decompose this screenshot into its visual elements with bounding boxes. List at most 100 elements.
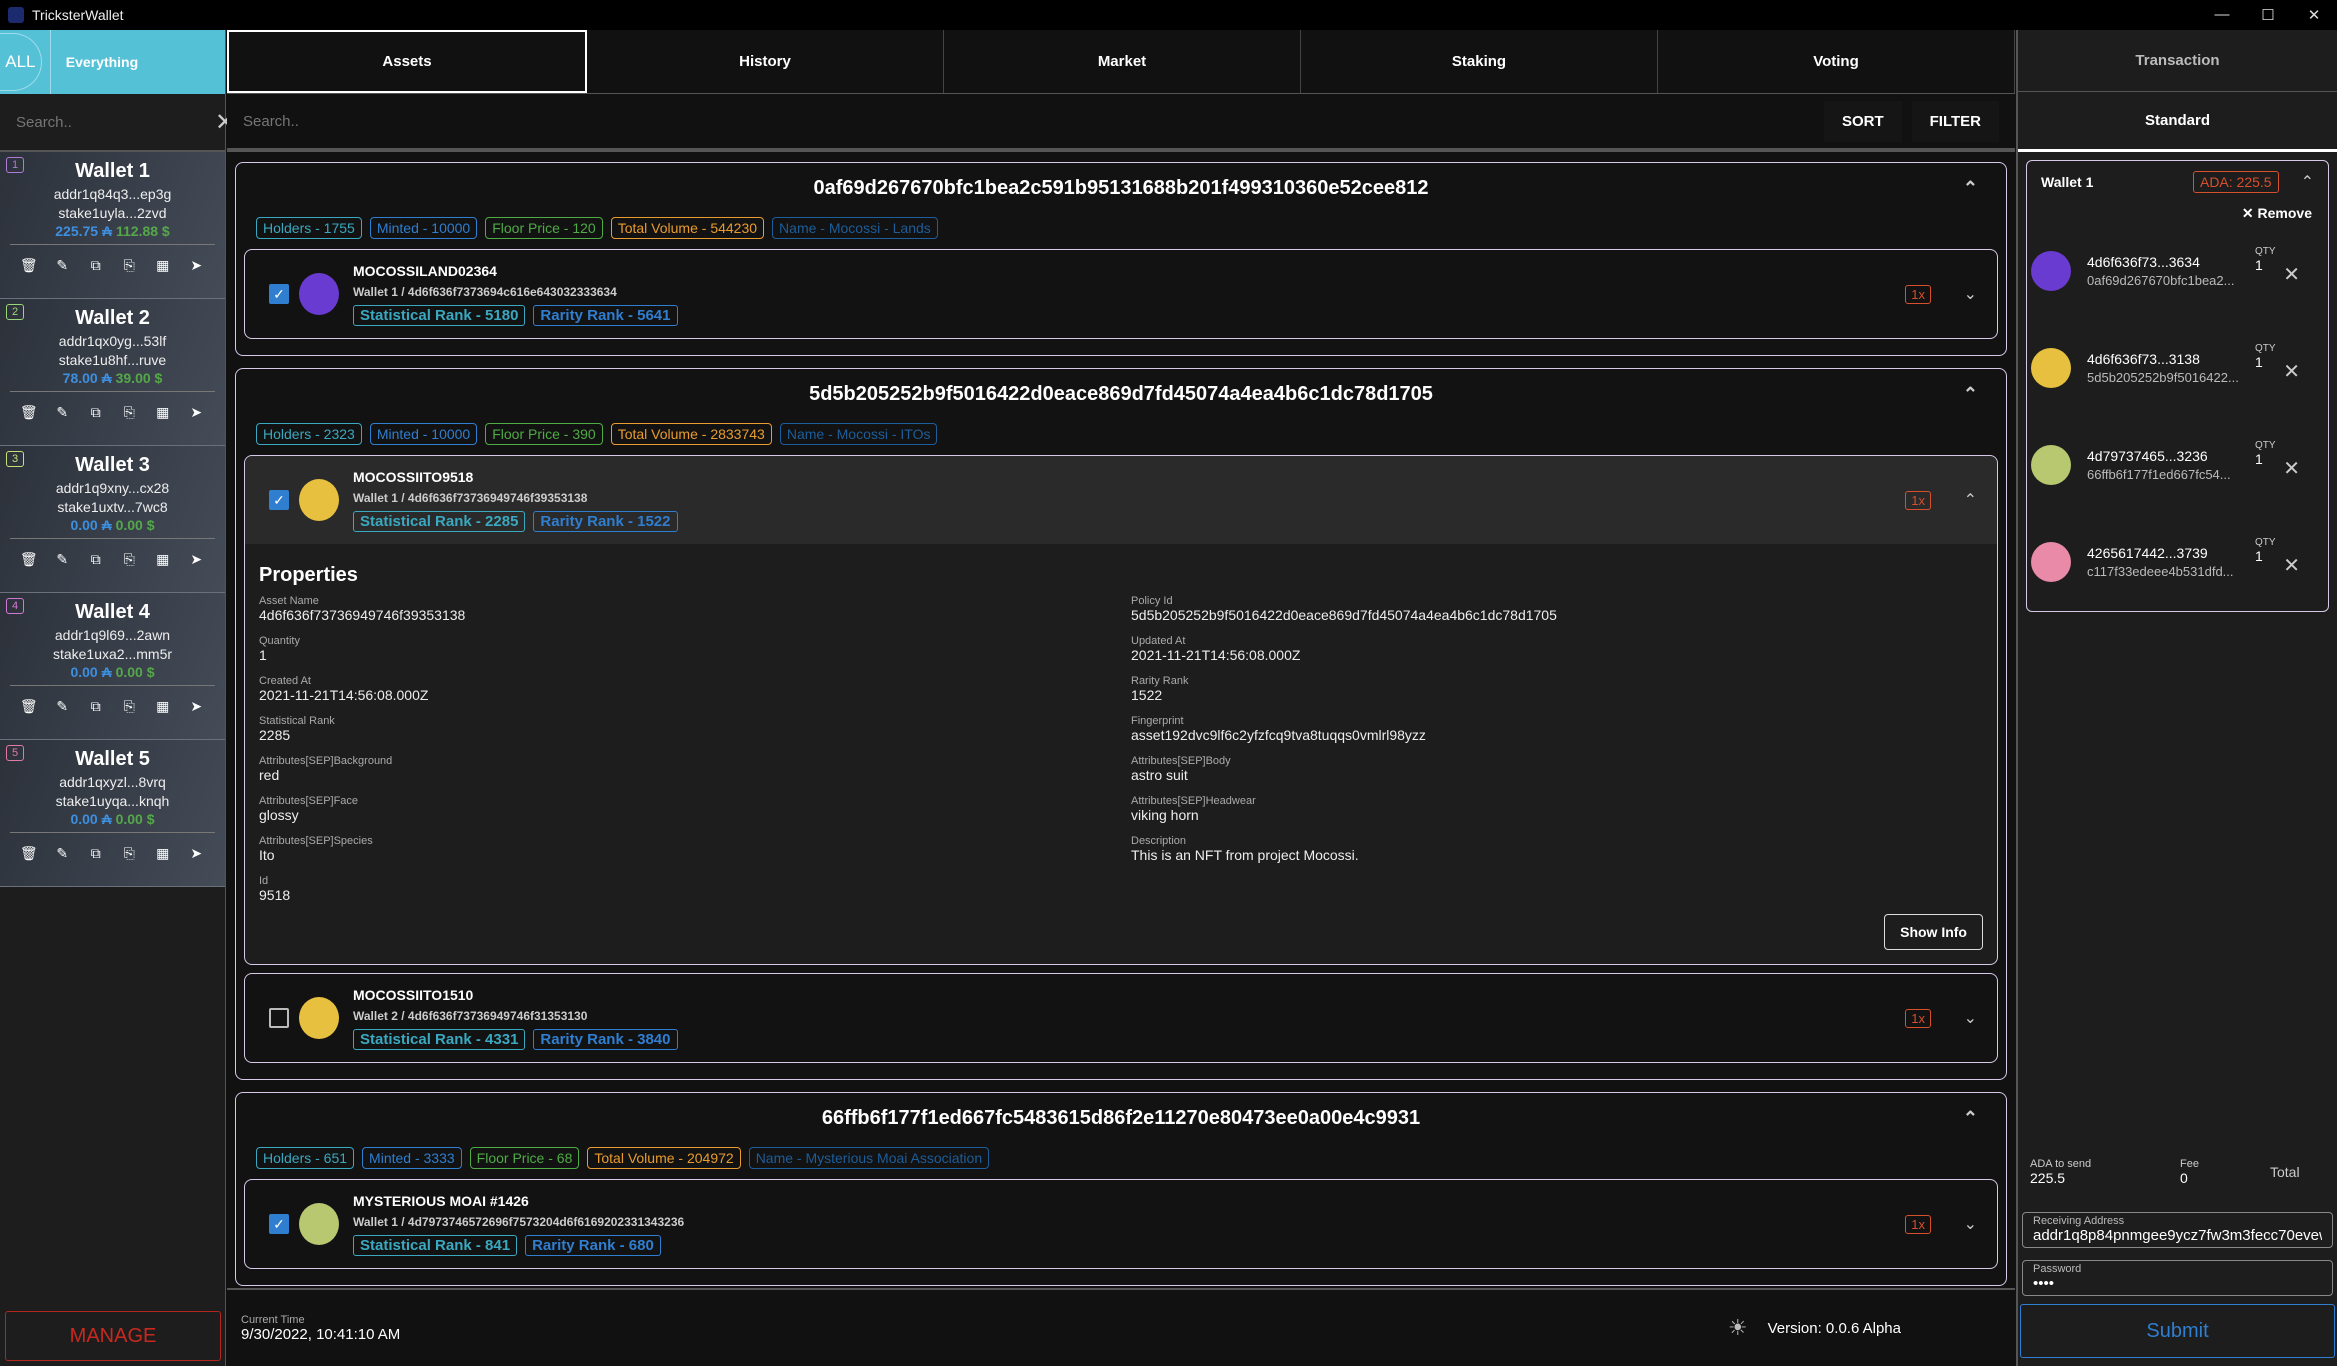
edit-icon[interactable]: ✎ xyxy=(51,845,73,862)
theme-toggle-sun-icon[interactable]: ☀ xyxy=(1728,1315,1748,1341)
paste-icon[interactable]: ⎘ xyxy=(118,404,140,421)
everything-filter-button[interactable]: Everything xyxy=(49,30,225,94)
wallet-stake-address: stake1uyla...2zvd xyxy=(58,205,167,221)
send-icon[interactable]: ➤ xyxy=(185,257,207,274)
wallet-address: addr1q9xny...cx28 xyxy=(55,480,170,496)
edit-icon[interactable]: ✎ xyxy=(51,257,73,274)
send-icon[interactable]: ➤ xyxy=(185,698,207,715)
all-wallets-button[interactable]: ALL xyxy=(0,33,42,91)
minted-chip: Minted - 10000 xyxy=(369,217,478,239)
collapse-chevron-icon[interactable]: ⌃ xyxy=(1963,1108,1978,1129)
trash-icon[interactable]: 🗑 xyxy=(18,698,40,715)
receiving-address-input[interactable] xyxy=(2033,1227,2322,1244)
remove-item-icon[interactable]: ✕ xyxy=(2283,456,2300,481)
tab-market[interactable]: Market xyxy=(944,30,1301,93)
paste-icon[interactable]: ⎘ xyxy=(118,257,140,274)
password-input[interactable] xyxy=(2033,1275,2322,1292)
send-icon[interactable]: ➤ xyxy=(185,404,207,421)
qty-value[interactable]: 1 xyxy=(2255,548,2276,564)
qr-icon[interactable]: ▦ xyxy=(152,404,174,421)
trash-icon[interactable]: 🗑 xyxy=(18,404,40,421)
wallet-search-input[interactable] xyxy=(16,113,215,131)
minimize-button[interactable]: — xyxy=(2199,6,2245,24)
paste-icon[interactable]: ⎘ xyxy=(118,698,140,715)
property-value: asset192dvc9lf6c2yfzfcq9tva8tuqqs0vmlrl9… xyxy=(1131,727,1426,743)
trash-icon[interactable]: 🗑 xyxy=(18,845,40,862)
collapse-chevron-icon[interactable]: ⌃ xyxy=(2301,172,2314,192)
send-icon[interactable]: ➤ xyxy=(185,845,207,862)
submit-button[interactable]: Submit xyxy=(2020,1304,2335,1358)
filter-button[interactable]: FILTER xyxy=(1911,100,1999,142)
policy-id: 66ffb6f177f1ed667fc5483615d86f2e11270e80… xyxy=(821,1106,1421,1129)
app-logo-icon xyxy=(8,7,24,23)
paste-icon[interactable]: ⎘ xyxy=(118,551,140,568)
tab-standard[interactable]: Standard xyxy=(2018,92,2337,152)
maximize-button[interactable]: ☐ xyxy=(2245,6,2291,24)
expand-chevron-icon[interactable]: ⌄ xyxy=(1964,284,1977,304)
asset-search-input[interactable] xyxy=(243,112,1814,130)
show-info-button[interactable]: Show Info xyxy=(1884,914,1983,950)
edit-icon[interactable]: ✎ xyxy=(51,404,73,421)
manage-button[interactable]: MANAGE xyxy=(5,1311,221,1361)
asset-checkbox[interactable]: ✓ xyxy=(269,490,289,510)
transaction-item-avatar xyxy=(2031,541,2071,582)
asset-checkbox[interactable]: ✓ xyxy=(269,1214,289,1234)
copy-icon[interactable]: ⧉ xyxy=(85,698,107,715)
edit-icon[interactable]: ✎ xyxy=(51,698,73,715)
copy-icon[interactable]: ⧉ xyxy=(85,551,107,568)
copy-icon[interactable]: ⧉ xyxy=(85,845,107,862)
copy-icon[interactable]: ⧉ xyxy=(85,404,107,421)
tab-staking[interactable]: Staking xyxy=(1301,30,1658,93)
qr-icon[interactable]: ▦ xyxy=(152,551,174,568)
main-panel: AssetsHistoryMarketStakingVoting SORT FI… xyxy=(227,30,2015,1366)
asset-card: ✓ MYSTERIOUS MOAI #1426 Wallet 1 / 4d797… xyxy=(244,1179,1998,1269)
asset-checkbox[interactable]: ✓ xyxy=(269,284,289,304)
qty-value[interactable]: 1 xyxy=(2255,451,2276,467)
close-button[interactable]: ✕ xyxy=(2291,6,2337,24)
copy-icon[interactable]: ⧉ xyxy=(85,257,107,274)
tab-transaction[interactable]: Transaction xyxy=(2018,30,2337,92)
tab-assets[interactable]: Assets xyxy=(227,30,587,93)
property-value: This is an NFT from project Mocossi. xyxy=(1131,847,1359,863)
qty-value[interactable]: 1 xyxy=(2255,354,2276,370)
remove-item-icon[interactable]: ✕ xyxy=(2283,359,2300,384)
trash-icon[interactable]: 🗑 xyxy=(18,257,40,274)
wallet-stake-address: stake1uxtv...7wc8 xyxy=(57,499,168,515)
remove-item-icon[interactable]: ✕ xyxy=(2283,262,2300,287)
remove-item-icon[interactable]: ✕ xyxy=(2283,553,2300,578)
qty-value[interactable]: 1 xyxy=(2255,257,2276,273)
send-icon[interactable]: ➤ xyxy=(185,551,207,568)
property-value: viking horn xyxy=(1131,807,1199,823)
qr-icon[interactable]: ▦ xyxy=(152,257,174,274)
property-label: Updated At xyxy=(1131,635,1186,647)
transaction-wallet-name: Wallet 1 xyxy=(2041,174,2094,190)
collapse-chevron-icon[interactable]: ⌃ xyxy=(1963,384,1978,405)
qr-icon[interactable]: ▦ xyxy=(152,698,174,715)
asset-list[interactable]: 0af69d267670bfc1bea2c591b95131688b201f49… xyxy=(227,156,2015,1288)
wallet-card[interactable]: 4 Wallet 4 addr1q9l69...2awn stake1uxa2.… xyxy=(0,593,225,740)
remove-button[interactable]: ✕ Remove xyxy=(2027,193,2328,222)
trash-icon[interactable]: 🗑 xyxy=(18,551,40,568)
expand-chevron-icon[interactable]: ⌄ xyxy=(1964,1008,1977,1028)
qr-icon[interactable]: ▦ xyxy=(152,845,174,862)
paste-icon[interactable]: ⎘ xyxy=(118,845,140,862)
wallet-card[interactable]: 1 Wallet 1 addr1q84q3...ep3g stake1uyla.… xyxy=(0,152,225,299)
expand-chevron-icon[interactable]: ⌄ xyxy=(1964,1214,1977,1234)
wallet-card[interactable]: 3 Wallet 3 addr1q9xny...cx28 stake1uxtv.… xyxy=(0,446,225,593)
wallet-number-badge: 4 xyxy=(6,598,24,614)
tab-history[interactable]: History xyxy=(587,30,944,93)
wallet-ada-balance: 0.00 ₳ xyxy=(70,517,112,533)
ada-to-send-label: ADA to send xyxy=(2030,1158,2092,1170)
version-label: Version: 0.0.6 Alpha xyxy=(1767,1319,1901,1337)
asset-checkbox[interactable] xyxy=(269,1008,289,1028)
sort-button[interactable]: SORT xyxy=(1823,100,1902,142)
collapse-chevron-icon[interactable]: ⌃ xyxy=(1963,178,1978,199)
property-label: Description xyxy=(1131,835,1187,847)
wallet-card[interactable]: 2 Wallet 2 addr1qx0yg...53lf stake1u8hf.… xyxy=(0,299,225,446)
policy-group: 5d5b205252b9f5016422d0eace869d7fd45074a4… xyxy=(235,368,2007,1080)
asset-card: MOCOSSIITO1510 Wallet 2 / 4d6f636f737369… xyxy=(244,973,1998,1063)
wallet-card[interactable]: 5 Wallet 5 addr1qxyzl...8vrq stake1uyqa.… xyxy=(0,740,225,887)
tab-voting[interactable]: Voting xyxy=(1658,30,2015,93)
collapse-chevron-icon[interactable]: ⌃ xyxy=(1964,490,1977,510)
edit-icon[interactable]: ✎ xyxy=(51,551,73,568)
